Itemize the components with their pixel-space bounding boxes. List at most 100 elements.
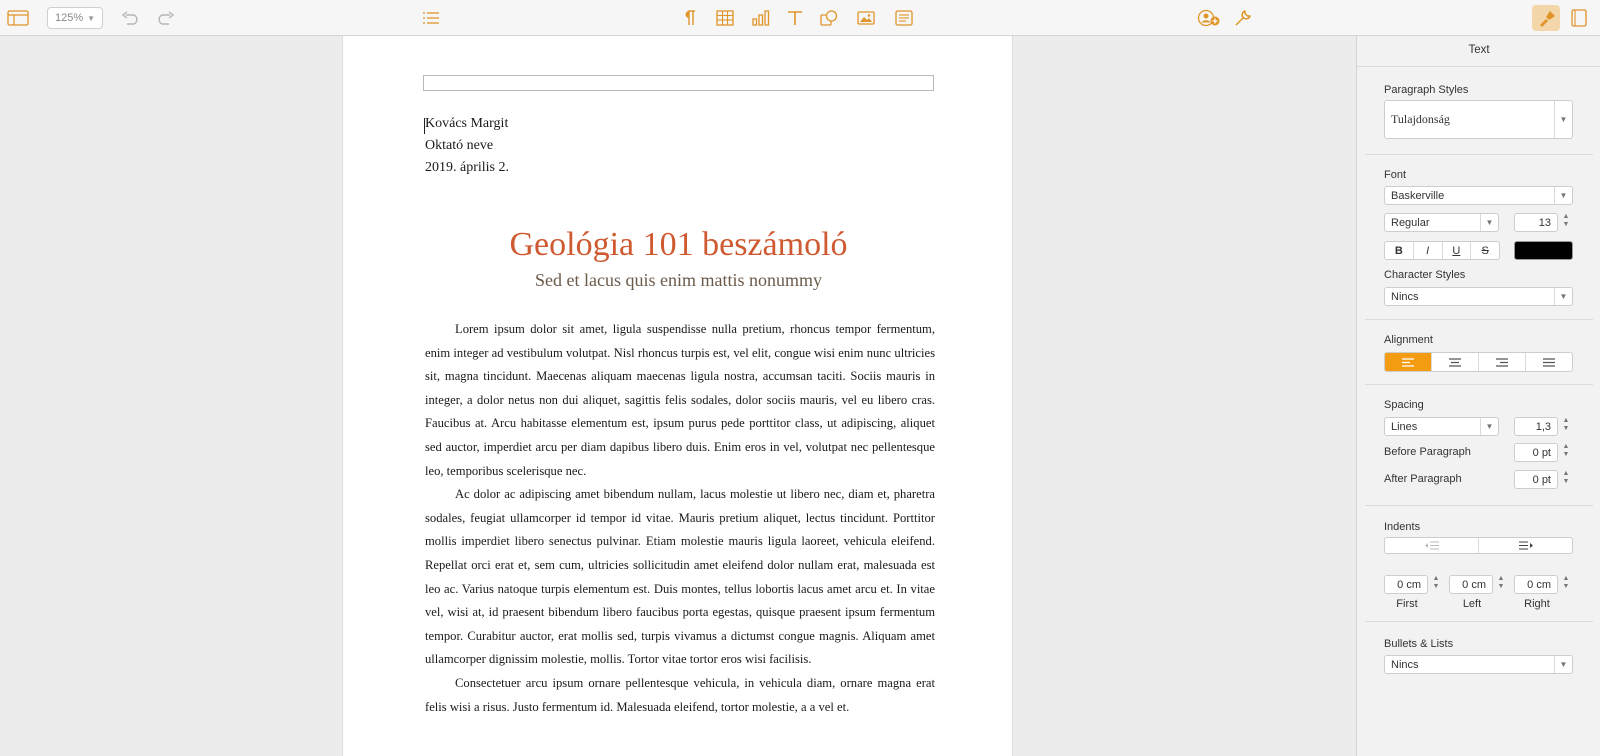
indent-first-label: First	[1396, 598, 1418, 610]
undo-icon[interactable]	[120, 7, 142, 29]
underline-button[interactable]: U	[1443, 242, 1472, 259]
spacing-stepper[interactable]: ▲ ▼	[1561, 417, 1571, 433]
indent-right-field[interactable]: 0 cm	[1514, 575, 1558, 594]
chart-icon[interactable]	[750, 7, 772, 29]
redo-icon[interactable]	[154, 7, 176, 29]
font-weight-select[interactable]: Regular ▼	[1384, 213, 1499, 232]
chevron-down-icon: ▼	[1554, 187, 1572, 204]
increase-indent-icon	[1518, 541, 1533, 550]
wrench-icon[interactable]	[1232, 7, 1254, 29]
divider	[1365, 319, 1593, 320]
zoom-select[interactable]: 125% ▼	[47, 7, 103, 29]
paragraph[interactable]: Ac dolor ac adipiscing amet bibendum nul…	[425, 483, 935, 672]
format-brush-icon[interactable]	[1536, 7, 1558, 29]
indent-first-value: 0 cm	[1397, 578, 1421, 591]
bullets-lists-select[interactable]: Nincs ▼	[1384, 655, 1573, 674]
text-color-well[interactable]	[1514, 241, 1573, 260]
toolbar: 125% ▼	[0, 0, 1600, 36]
author-name[interactable]: Kovács Margit	[425, 116, 508, 132]
pilcrow-icon[interactable]	[680, 7, 700, 29]
decrease-indent-button[interactable]	[1385, 538, 1479, 553]
divider	[1365, 384, 1593, 385]
bold-button[interactable]: B	[1385, 242, 1414, 259]
align-center-button[interactable]	[1432, 353, 1479, 371]
alignment-label: Alignment	[1384, 334, 1433, 346]
format-inspector: Text Paragraph Styles Tulajdonság ▼ Font…	[1356, 36, 1600, 756]
paragraph-style-value: Tulajdonság	[1391, 112, 1450, 126]
view-icon[interactable]	[6, 7, 30, 29]
indent-first-stepper[interactable]: ▲ ▼	[1431, 575, 1441, 591]
align-justify-button[interactable]	[1526, 353, 1572, 371]
comment-icon[interactable]	[893, 7, 915, 29]
after-paragraph-label: After Paragraph	[1384, 473, 1462, 485]
after-paragraph-stepper[interactable]: ▲ ▼	[1561, 470, 1571, 486]
character-style-select[interactable]: Nincs ▼	[1384, 287, 1573, 306]
font-label: Font	[1384, 169, 1407, 181]
indent-left-value: 0 cm	[1462, 578, 1486, 591]
instructor-name[interactable]: Oktató neve	[425, 138, 493, 154]
align-right-button[interactable]	[1479, 353, 1526, 371]
align-center-icon	[1449, 357, 1461, 367]
chevron-down-icon: ▼	[1554, 288, 1572, 305]
insert-icon[interactable]	[420, 7, 442, 29]
font-family-value: Baskerville	[1391, 189, 1445, 202]
divider	[1357, 66, 1600, 67]
indent-left-label: Left	[1462, 598, 1482, 610]
font-size-value: 13	[1538, 216, 1551, 229]
align-justify-icon	[1543, 357, 1555, 367]
spacing-mode-value: Lines	[1391, 420, 1418, 433]
paragraph[interactable]: Consectetuer arcu ipsum ornare pellentes…	[425, 672, 935, 719]
indent-buttons	[1384, 537, 1573, 554]
after-paragraph-field[interactable]: 0 pt	[1514, 470, 1558, 489]
document-subtitle[interactable]: Sed et lacus quis enim mattis nonummy	[343, 270, 1014, 291]
bullets-lists-value: Nincs	[1391, 658, 1419, 671]
document-date[interactable]: 2019. április 2.	[425, 160, 509, 176]
after-paragraph-value: 0 pt	[1532, 473, 1551, 486]
font-weight-value: Regular	[1391, 216, 1430, 229]
paragraph[interactable]: Lorem ipsum dolor sit amet, ligula suspe…	[425, 318, 935, 483]
chevron-down-icon: ▼	[1480, 214, 1498, 231]
font-family-select[interactable]: Baskerville ▼	[1384, 186, 1573, 205]
font-style-buttons: B I U S	[1384, 241, 1500, 260]
strikethrough-button[interactable]: S	[1471, 242, 1499, 259]
table-icon[interactable]	[714, 7, 736, 29]
indent-right-value: 0 cm	[1527, 578, 1551, 591]
chevron-down-icon: ▼	[87, 13, 96, 23]
inspector-title: Text	[1468, 44, 1490, 56]
shape-icon[interactable]	[818, 7, 840, 29]
before-paragraph-label: Before Paragraph	[1384, 446, 1471, 458]
font-size-field[interactable]: 13	[1514, 213, 1558, 232]
bullets-lists-label: Bullets & Lists	[1384, 638, 1454, 650]
spacing-label: Spacing	[1384, 399, 1424, 411]
increase-indent-button[interactable]	[1479, 538, 1572, 553]
zoom-value: 125%	[54, 12, 84, 24]
spacing-value-field[interactable]: 1,3	[1514, 417, 1558, 436]
font-size-stepper[interactable]: ▲ ▼	[1561, 213, 1571, 229]
text-icon[interactable]	[784, 7, 806, 29]
indent-left-stepper[interactable]: ▲ ▼	[1496, 575, 1506, 591]
align-left-icon	[1402, 357, 1414, 367]
divider	[1365, 621, 1593, 622]
collaborate-icon[interactable]	[1196, 7, 1222, 29]
before-paragraph-stepper[interactable]: ▲ ▼	[1561, 443, 1571, 459]
document-canvas[interactable]: Kovács Margit Oktató neve 2019. április …	[0, 36, 1356, 756]
indent-first-field[interactable]: 0 cm	[1384, 575, 1428, 594]
header-field[interactable]	[423, 75, 934, 91]
spacing-mode-select[interactable]: Lines ▼	[1384, 417, 1499, 436]
before-paragraph-value: 0 pt	[1532, 446, 1551, 459]
document-page[interactable]: Kovács Margit Oktató neve 2019. április …	[342, 36, 1013, 756]
paragraph-styles-label: Paragraph Styles	[1384, 84, 1469, 96]
italic-button[interactable]: I	[1414, 242, 1443, 259]
indent-right-label: Right	[1524, 598, 1550, 610]
document-title[interactable]: Geológia 101 beszámoló	[343, 226, 1014, 264]
document-icon[interactable]	[1568, 7, 1590, 29]
indent-left-field[interactable]: 0 cm	[1449, 575, 1493, 594]
media-icon[interactable]	[855, 7, 877, 29]
paragraph-style-select[interactable]: Tulajdonság ▼	[1384, 100, 1573, 139]
align-left-button[interactable]	[1385, 353, 1432, 371]
spacing-value: 1,3	[1535, 420, 1551, 433]
decrease-indent-icon	[1424, 541, 1439, 550]
indent-right-stepper[interactable]: ▲ ▼	[1561, 575, 1571, 591]
before-paragraph-field[interactable]: 0 pt	[1514, 443, 1558, 462]
body-text[interactable]: Lorem ipsum dolor sit amet, ligula suspe…	[425, 318, 935, 719]
